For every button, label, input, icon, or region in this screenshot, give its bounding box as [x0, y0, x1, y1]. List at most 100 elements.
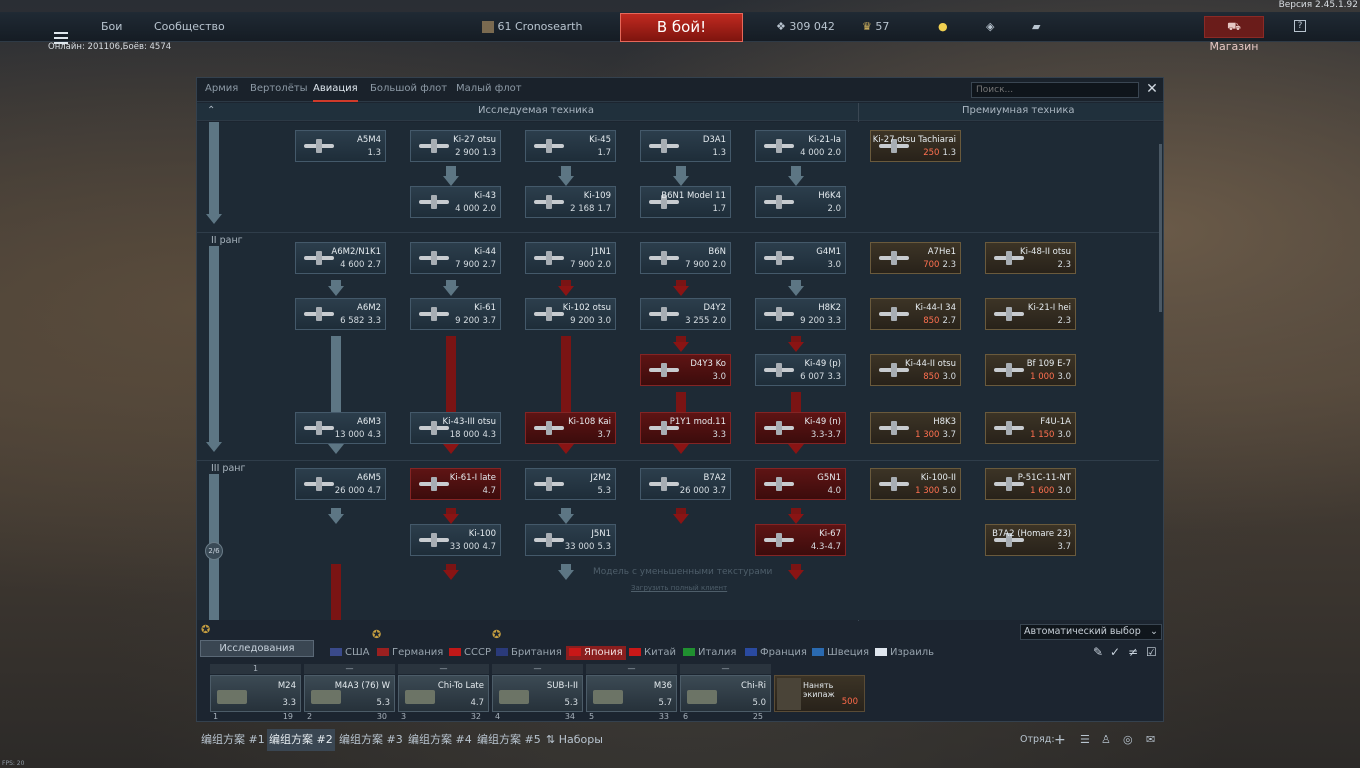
- silver-balance[interactable]: ❖ 309 042: [776, 12, 835, 42]
- slot-vehicle[interactable]: SUB-I-II 5.3: [492, 675, 583, 712]
- vehicle-card[interactable]: J5N1 33 000 5.3: [525, 524, 616, 556]
- crew-slot[interactable]: — M36 5.7 5 33: [586, 664, 677, 722]
- premium-vehicle-card[interactable]: Ki-44-II otsu 850 3.0: [870, 354, 961, 386]
- vehicle-card[interactable]: Ki-67 4.3-4.7: [755, 524, 846, 556]
- lightbulb-icon[interactable]: ●: [938, 12, 948, 42]
- slot-vehicle[interactable]: M24 3.3: [210, 675, 301, 712]
- premium-vehicle-card[interactable]: F4U-1A 1 150 3.0: [985, 412, 1076, 444]
- premium-vehicle-card[interactable]: Bf 109 E-7 1 000 3.0: [985, 354, 1076, 386]
- vehicle-card[interactable]: A6M3 13 000 4.3: [295, 412, 386, 444]
- country-tab[interactable]: Китай: [629, 646, 676, 660]
- wrench-icon[interactable]: ✎: [1093, 645, 1103, 659]
- tree-scrollbar[interactable]: [1159, 144, 1162, 312]
- crew-slot[interactable]: — Chi-To Late 4.7 3 32: [398, 664, 489, 722]
- vehicle-card[interactable]: J1N1 7 900 2.0: [525, 242, 616, 274]
- mail-icon[interactable]: ✉: [1146, 729, 1155, 751]
- chat-icon[interactable]: ◎: [1123, 729, 1133, 751]
- orders-icon[interactable]: ◈: [986, 12, 994, 42]
- help-icon[interactable]: ?: [1294, 20, 1306, 32]
- slot-vehicle[interactable]: M36 5.7: [586, 675, 677, 712]
- tab-bluewater-fleet[interactable]: Большой флот: [370, 78, 447, 102]
- vehicle-card[interactable]: B7A2 26 000 3.7: [640, 468, 731, 500]
- tab-aviation[interactable]: Авиация: [313, 78, 358, 102]
- premium-vehicle-card[interactable]: A7He1 700 2.3: [870, 242, 961, 274]
- premium-vehicle-card[interactable]: Ki-21-I hei 2.3: [985, 298, 1076, 330]
- vehicle-card[interactable]: Ki-61-I late 4.7: [410, 468, 501, 500]
- presets-button[interactable]: ⇅ Наборы: [546, 729, 603, 751]
- vehicle-card[interactable]: D3A1 1.3: [640, 130, 731, 162]
- vehicle-card[interactable]: Ki-44 7 900 2.7: [410, 242, 501, 274]
- research-button[interactable]: Исследования: [200, 640, 314, 657]
- country-tab[interactable]: Британия: [496, 646, 562, 660]
- battles-menu[interactable]: Бои: [101, 12, 122, 42]
- preset-1[interactable]: 编组方案 #1: [201, 729, 265, 751]
- tab-coastal-fleet[interactable]: Малый флот: [456, 78, 522, 102]
- vehicle-card[interactable]: Ki-49 (p) 6 007 3.3: [755, 354, 846, 386]
- country-tab[interactable]: Швеция: [812, 646, 869, 660]
- auto-select-dropdown[interactable]: Автоматический выбор ⌄: [1020, 624, 1162, 640]
- premium-vehicle-card[interactable]: Ki-48-II otsu 2.3: [985, 242, 1076, 274]
- vehicle-card[interactable]: H8K2 9 200 3.3: [755, 298, 846, 330]
- vehicle-card[interactable]: Ki-61 9 200 3.7: [410, 298, 501, 330]
- vehicle-card[interactable]: P1Y1 mod.11 3.3: [640, 412, 731, 444]
- vehicle-card[interactable]: Ki-102 otsu 9 200 3.0: [525, 298, 616, 330]
- friends-icon[interactable]: ♙: [1101, 729, 1111, 751]
- crew-slot[interactable]: 1 M24 3.3 1 19: [210, 664, 301, 722]
- crew-slot[interactable]: — SUB-I-II 5.3 4 34: [492, 664, 583, 722]
- vehicle-card[interactable]: A5M4 1.3: [295, 130, 386, 162]
- vehicle-card[interactable]: H6K4 2.0: [755, 186, 846, 218]
- country-tab[interactable]: США: [330, 646, 370, 660]
- vehicle-card[interactable]: G4M1 3.0: [755, 242, 846, 274]
- vehicle-card[interactable]: Ki-100 33 000 4.7: [410, 524, 501, 556]
- hire-crew-button[interactable]: Нанять экипаж 500: [774, 675, 865, 712]
- preset-4[interactable]: 编组方案 #4: [408, 729, 472, 751]
- vehicle-card[interactable]: A6M5 26 000 4.7: [295, 468, 386, 500]
- rank-2-label[interactable]: II ранг: [211, 235, 243, 246]
- premium-vehicle-card[interactable]: Ki-100-II 1 300 5.0: [870, 468, 961, 500]
- premium-vehicle-card[interactable]: H8K3 1 300 3.7: [870, 412, 961, 444]
- country-tab[interactable]: Италия: [683, 646, 736, 660]
- vehicle-card[interactable]: J2M2 5.3: [525, 468, 616, 500]
- vehicle-card[interactable]: Ki-108 Kai 3.7: [525, 412, 616, 444]
- coupon-icon[interactable]: ▰: [1032, 12, 1040, 42]
- tab-army[interactable]: Армия: [205, 78, 238, 102]
- preset-2[interactable]: 编组方案 #2: [267, 729, 335, 751]
- vehicle-card[interactable]: Ki-43-III otsu 18 000 4.3: [410, 412, 501, 444]
- vehicle-card[interactable]: G5N1 4.0: [755, 468, 846, 500]
- preset-5[interactable]: 编组方案 #5: [477, 729, 541, 751]
- check-icon[interactable]: ✓: [1110, 645, 1120, 659]
- shop-button[interactable]: ⛟ Магазин: [1204, 16, 1264, 53]
- vehicle-card[interactable]: D4Y3 Ko 3.0: [640, 354, 731, 386]
- vehicle-card[interactable]: Ki-49 (n) 3.3-3.7: [755, 412, 846, 444]
- country-tab[interactable]: СССР: [449, 646, 491, 660]
- vehicle-card[interactable]: A6M2 6 582 3.3: [295, 298, 386, 330]
- rank-3-label[interactable]: III ранг: [211, 463, 245, 474]
- list-icon[interactable]: ☰: [1080, 729, 1090, 751]
- search-input[interactable]: [971, 82, 1139, 98]
- collapse-icon[interactable]: ⌃: [207, 105, 215, 116]
- crew-slot[interactable]: — Chi-Ri 5.0 6 25: [680, 664, 771, 722]
- premium-vehicle-card[interactable]: B7A2 (Homare 23) 3.7: [985, 524, 1076, 556]
- vehicle-card[interactable]: A6M2/N1K1 4 600 2.7: [295, 242, 386, 274]
- player-profile[interactable]: 61 Cronosearth: [482, 12, 582, 42]
- slot-vehicle[interactable]: Chi-Ri 5.0: [680, 675, 771, 712]
- close-icon[interactable]: ✕: [1145, 82, 1159, 96]
- repair-icon[interactable]: ≠: [1128, 645, 1138, 659]
- country-tab[interactable]: Германия: [377, 646, 443, 660]
- slot-vehicle[interactable]: M4A3 (76) W 5.3: [304, 675, 395, 712]
- tab-helicopters[interactable]: Вертолёты: [250, 78, 308, 102]
- vehicle-card[interactable]: Ki-21-Ia 4 000 2.0: [755, 130, 846, 162]
- community-menu[interactable]: Сообщество: [154, 12, 225, 42]
- country-tab[interactable]: Франция: [745, 646, 807, 660]
- country-tab[interactable]: Япония: [566, 646, 626, 660]
- vehicle-card[interactable]: Ki-45 1.7: [525, 130, 616, 162]
- check-all-icon[interactable]: ☑: [1146, 645, 1157, 659]
- premium-vehicle-card[interactable]: Ki-27 otsu Tachiarai 250 1.3: [870, 130, 961, 162]
- vehicle-card[interactable]: Ki-109 2 168 1.7: [525, 186, 616, 218]
- plus-icon[interactable]: +: [1054, 729, 1066, 751]
- vehicle-card[interactable]: B6N1 Model 11 1.7: [640, 186, 731, 218]
- preset-3[interactable]: 编组方案 #3: [339, 729, 403, 751]
- to-battle-button[interactable]: В бой!: [620, 13, 743, 42]
- vehicle-card[interactable]: B6N 7 900 2.0: [640, 242, 731, 274]
- premium-vehicle-card[interactable]: P-51C-11-NT 1 600 3.0: [985, 468, 1076, 500]
